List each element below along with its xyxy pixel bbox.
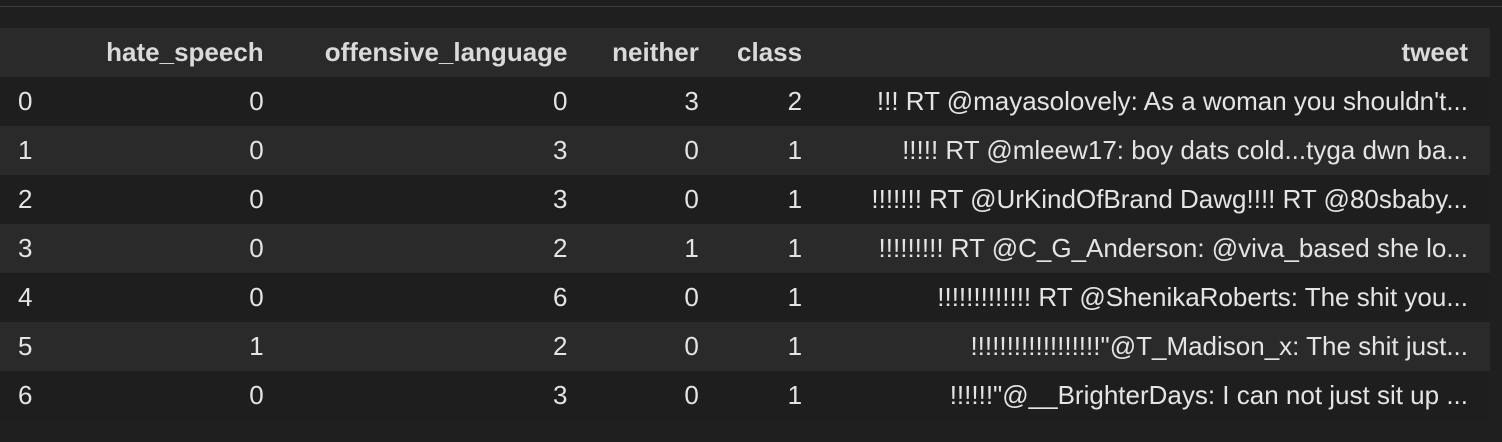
cell-neither: 0 [684,184,699,214]
cell-class: 1 [787,233,803,263]
cell-offensive-language: 3 [553,135,568,165]
table-row: 2 0 3 0 1 !!!!!!! RT @UrKindOfBrand Dawg… [0,175,1490,224]
cell-neither: 3 [684,86,699,116]
table-row: 1 0 3 0 1 !!!!! RT @mleew17: boy dats co… [0,126,1490,175]
cell-tweet: !!!!!!!!!!!!!!!!!!"@T_Madison_x: The shi… [970,331,1468,361]
table-row: 6 0 3 0 1 !!!!!!"@__BrighterDays: I can … [0,371,1490,420]
cell-tweet: !!!!!!!!! RT @C_G_Anderson: @viva_based … [878,233,1468,263]
column-header-offensive-language: offensive_language [324,37,568,67]
cell-hate-speech: 0 [249,282,264,312]
row-index: 0 [18,86,33,116]
row-index: 2 [18,184,33,214]
cell-neither: 0 [684,282,699,312]
cell-tweet: !!!!!!! RT @UrKindOfBrand Dawg!!!! RT @8… [871,184,1468,214]
cell-tweet: !!!!!!!!!!!!! RT @ShenikaRoberts: The sh… [937,282,1468,312]
cell-hate-speech: 1 [249,331,264,361]
column-header-class: class [737,37,803,67]
dataframe-table: hate_speech offensive_language neither c… [0,28,1490,420]
cell-class: 1 [787,331,803,361]
table-row: 0 0 0 3 2 !!! RT @mayasolovely: As a wom… [0,77,1490,126]
cell-class: 2 [787,86,803,116]
column-header-tweet: tweet [1401,37,1468,67]
cell-tweet: !!!!! RT @mleew17: boy dats cold...tyga … [902,135,1468,165]
cell-neither: 0 [684,331,699,361]
cell-offensive-language: 0 [553,86,568,116]
output-divider [0,6,1502,7]
cell-offensive-language: 6 [553,282,568,312]
row-index: 4 [18,282,33,312]
table-row: 3 0 2 1 1 !!!!!!!!! RT @C_G_Anderson: @v… [0,224,1490,273]
cell-neither: 0 [684,380,699,410]
column-header-neither: neither [612,37,699,67]
cell-hate-speech: 0 [249,86,264,116]
cell-class: 1 [787,380,803,410]
cell-class: 1 [787,184,803,214]
row-index: 6 [18,380,33,410]
row-index: 5 [18,331,33,361]
cell-offensive-language: 3 [553,380,568,410]
cell-neither: 0 [684,135,699,165]
cell-hate-speech: 0 [249,184,264,214]
cell-offensive-language: 2 [553,331,568,361]
cell-class: 1 [787,282,803,312]
cell-tweet: !!!!!!"@__BrighterDays: I can not just s… [949,380,1468,410]
column-header-hate-speech: hate_speech [106,37,264,67]
cell-offensive-language: 3 [553,184,568,214]
cell-hate-speech: 0 [249,233,264,263]
cell-hate-speech: 0 [249,135,264,165]
cell-offensive-language: 2 [553,233,568,263]
cell-neither: 1 [684,233,699,263]
table-row: 4 0 6 0 1 !!!!!!!!!!!!! RT @ShenikaRober… [0,273,1490,322]
header-row: hate_speech offensive_language neither c… [0,28,1490,77]
cell-hate-speech: 0 [249,380,264,410]
row-index: 1 [18,135,33,165]
table-row: 5 1 2 0 1 !!!!!!!!!!!!!!!!!!"@T_Madison_… [0,322,1490,371]
cell-tweet: !!! RT @mayasolovely: As a woman you sho… [876,86,1468,116]
cell-class: 1 [787,135,803,165]
row-index: 3 [18,233,33,263]
index-header [0,28,66,77]
